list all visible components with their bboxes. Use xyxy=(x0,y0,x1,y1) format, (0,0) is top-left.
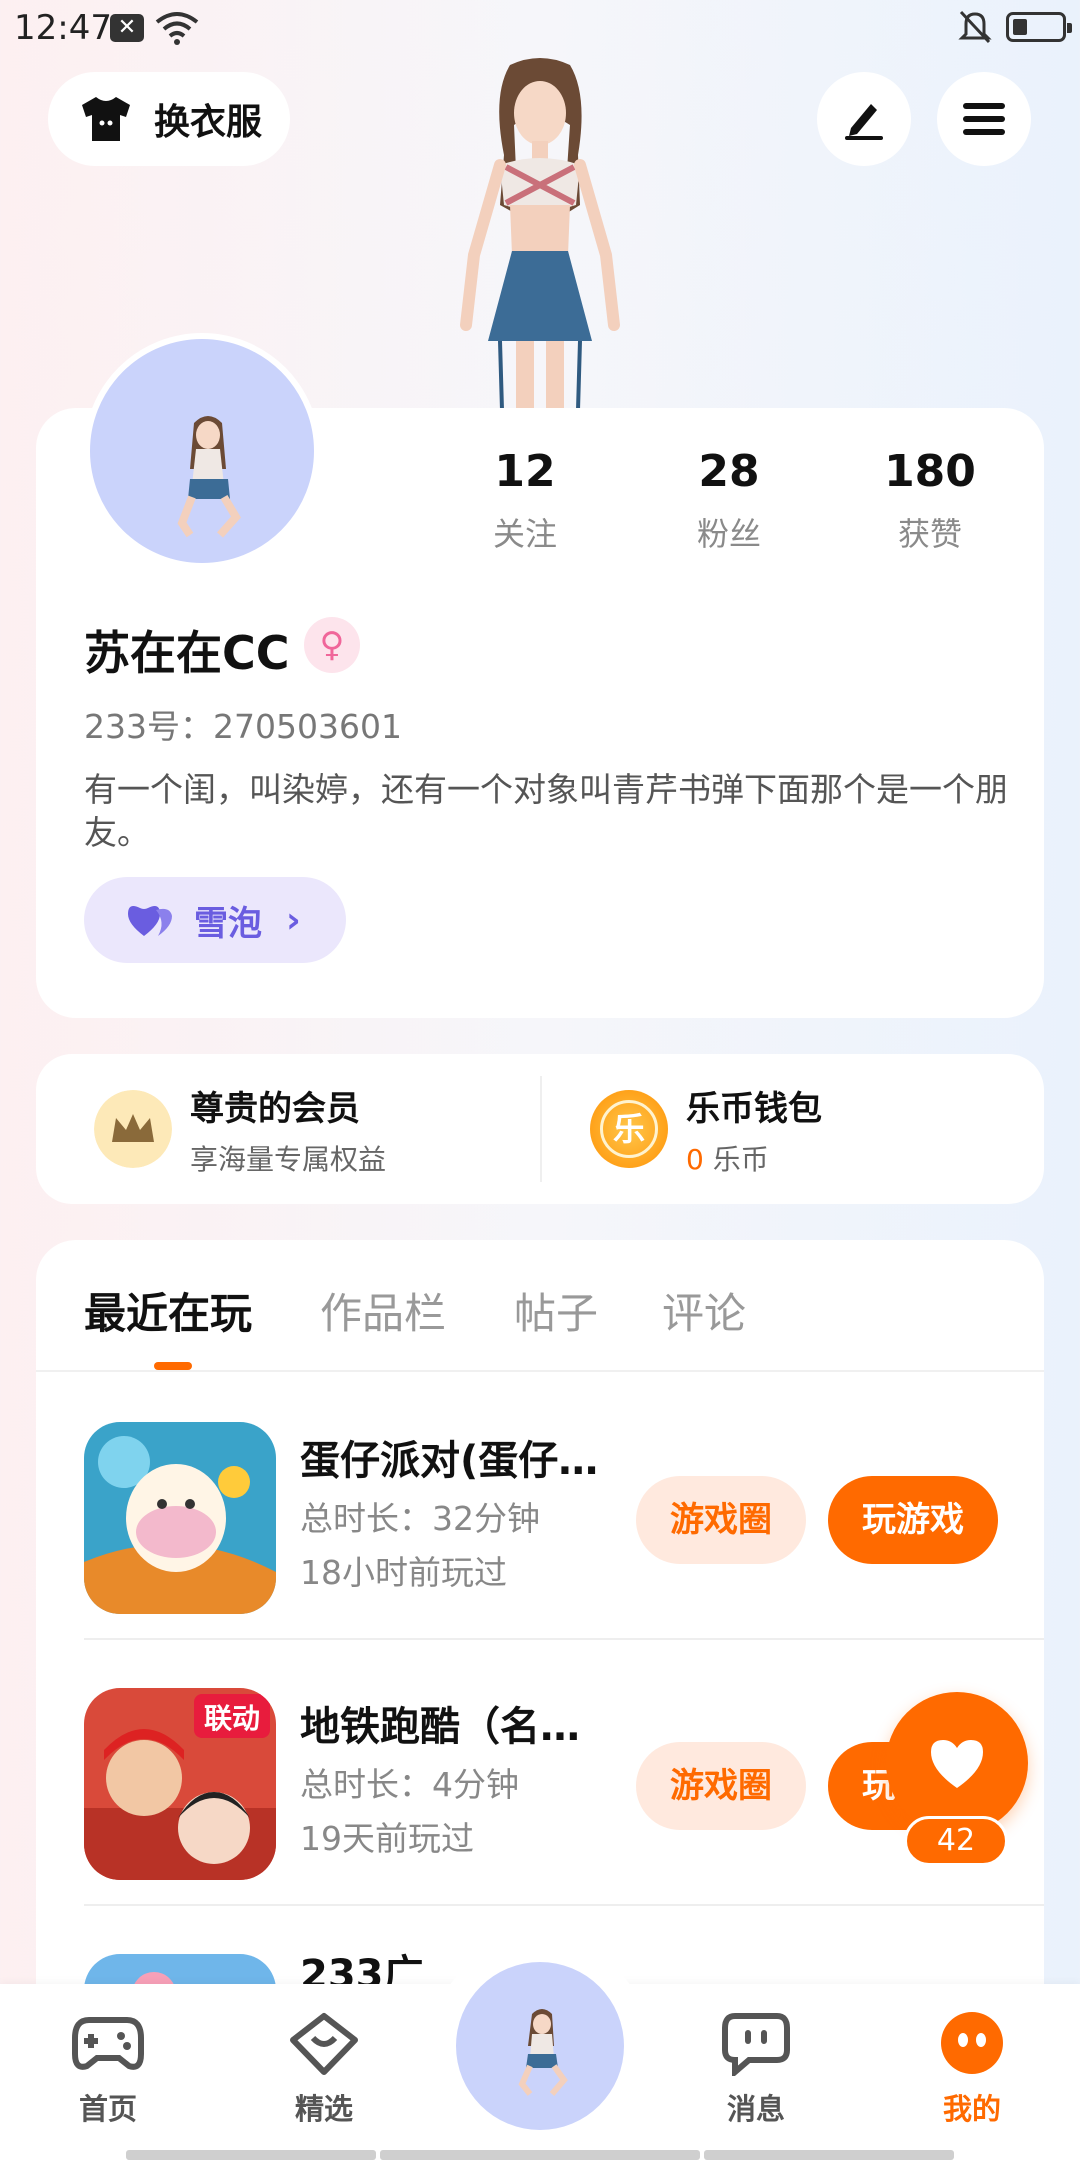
profile-stats: 12 关注 28 粉丝 180 获赞 xyxy=(445,446,1045,566)
member-divider xyxy=(540,1076,542,1182)
home-indicator xyxy=(704,2150,954,2160)
pen-icon xyxy=(845,104,883,140)
stat-likes-value: 180 xyxy=(884,446,976,497)
play-game-button[interactable]: 玩游戏 xyxy=(828,1476,998,1564)
like-count: 42 xyxy=(904,1816,1008,1866)
nav-item-messages[interactable]: 消息 xyxy=(696,2010,816,2128)
nav-home-label: 首页 xyxy=(78,2092,137,2126)
vip-member-entry[interactable]: 尊贵的会员 享海量专属权益 xyxy=(94,1054,386,1204)
menu-icon xyxy=(963,103,1005,135)
tab-works[interactable]: 作品栏 xyxy=(320,1280,446,1341)
battery-icon xyxy=(1006,12,1072,42)
coin-icon-text: 乐 xyxy=(600,1100,658,1158)
chevron-right-icon: › xyxy=(286,899,301,941)
user-name: 苏在在CC xyxy=(84,626,290,680)
home-indicator xyxy=(126,2150,376,2160)
shirt-icon xyxy=(82,97,130,141)
nav-mine-label: 我的 xyxy=(942,2092,1001,2126)
notification-x-icon: ✕ xyxy=(110,14,144,42)
user-bio: 有一个闺，叫染婷，还有一个对象叫青芹书弹下面那个是一个朋友。 xyxy=(84,770,1008,852)
change-outfit-button[interactable]: 换衣服 xyxy=(48,72,290,166)
like-button[interactable] xyxy=(886,1692,1028,1834)
wallet-coin-unit: 乐币 xyxy=(703,1142,769,1176)
stat-following-value: 12 xyxy=(494,446,556,497)
gamepad-icon xyxy=(72,2017,144,2070)
vip-subtitle: 享海量专属权益 xyxy=(190,1142,387,1176)
nav-avatar-button[interactable] xyxy=(456,1962,624,2130)
subway-surfers-game-icon: 联动 xyxy=(84,1688,276,1880)
wallet-title: 乐币钱包 xyxy=(686,1088,822,1129)
tab-comments[interactable]: 评论 xyxy=(662,1280,746,1341)
edit-profile-button[interactable] xyxy=(817,72,911,166)
nav-featured-label: 精选 xyxy=(294,2092,353,2126)
smiley-face-icon xyxy=(941,2012,1003,2074)
bell-muted-icon xyxy=(958,10,992,44)
game-row[interactable]: 蛋仔派对(蛋仔… 总时长：32分钟 18小时前玩过 游戏圈 玩游戏 xyxy=(36,1374,1044,1640)
wallet-balance: 0 乐币 xyxy=(686,1138,822,1178)
tab-recent-played[interactable]: 最近在玩 xyxy=(84,1280,252,1341)
game-name: 蛋仔派对(蛋仔… xyxy=(300,1438,599,1484)
status-time: 12:47 xyxy=(14,8,112,48)
game-circle-button[interactable]: 游戏圈 xyxy=(636,1742,806,1830)
stat-likes[interactable]: 180 获赞 xyxy=(850,446,1010,555)
wifi-icon xyxy=(155,12,199,45)
profile-avatar[interactable] xyxy=(84,333,320,569)
avatar-crouch-image xyxy=(518,2009,568,2096)
crown-icon xyxy=(94,1090,172,1168)
tab-posts[interactable]: 帖子 xyxy=(514,1280,598,1341)
game-last-played: 18小时前玩过 xyxy=(300,1553,507,1592)
game-duration: 总时长：32分钟 xyxy=(300,1499,540,1538)
chat-bubble-icon xyxy=(722,2013,790,2079)
stat-following-label: 关注 xyxy=(492,515,557,553)
user-id: 233号：270503601 xyxy=(84,707,402,746)
nav-item-mine[interactable]: 我的 xyxy=(912,2010,1032,2128)
change-outfit-label: 换衣服 xyxy=(154,102,263,143)
game-last-played: 19天前玩过 xyxy=(300,1819,474,1858)
tab-indicator xyxy=(154,1362,192,1370)
menu-button[interactable] xyxy=(937,72,1031,166)
stat-following[interactable]: 12 关注 xyxy=(445,446,605,555)
nav-messages-label: 消息 xyxy=(726,2092,785,2126)
profile-tabs: 最近在玩 作品栏 帖子 评论 xyxy=(36,1240,1044,1372)
female-gender-icon: ♀ xyxy=(304,617,360,673)
stat-followers[interactable]: 28 粉丝 xyxy=(649,446,809,555)
game-name: 地铁跑酷（名… xyxy=(300,1704,580,1750)
nav-item-featured[interactable]: 精选 xyxy=(264,2010,384,2128)
nav-item-home[interactable]: 首页 xyxy=(48,2010,168,2128)
stat-followers-value: 28 xyxy=(698,446,760,497)
double-heart-icon xyxy=(128,906,172,936)
eggy-party-game-icon xyxy=(84,1422,276,1614)
coin-icon: 乐 xyxy=(590,1090,668,1168)
heart-diamond-icon xyxy=(290,2013,358,2075)
status-bar: 12:47 ✕ xyxy=(0,0,1080,56)
wallet-coin-count: 0 xyxy=(686,1142,704,1176)
game-circle-button[interactable]: 游戏圈 xyxy=(636,1476,806,1564)
friend-tag-label: 雪泡 xyxy=(194,903,262,944)
svg-text:联动: 联动 xyxy=(204,1702,260,1735)
coin-wallet-entry[interactable]: 乐 乐币钱包 0 乐币 xyxy=(590,1054,822,1204)
stat-likes-label: 获赞 xyxy=(897,515,962,553)
stat-followers-label: 粉丝 xyxy=(696,515,761,553)
avatar-character-image[interactable] xyxy=(430,55,650,410)
home-indicator xyxy=(380,2150,700,2160)
game-duration: 总时长：4分钟 xyxy=(300,1765,519,1804)
member-card: 尊贵的会员 享海量专属权益 乐 乐币钱包 0 乐币 xyxy=(36,1054,1044,1204)
vip-title: 尊贵的会员 xyxy=(190,1088,360,1129)
friend-tag-button[interactable]: 雪泡 › xyxy=(84,877,346,963)
heart-icon xyxy=(931,1740,983,1788)
